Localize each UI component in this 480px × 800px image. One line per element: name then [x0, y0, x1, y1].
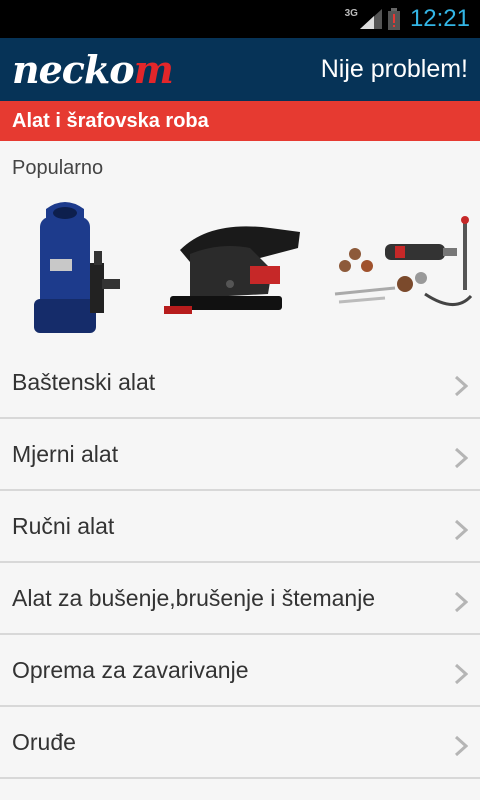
list-item-label: Ručni alat [12, 512, 115, 539]
signal-icon [359, 9, 382, 29]
list-item-label: Oruđe [12, 728, 76, 755]
list-item-label: Mjerni alat [12, 440, 119, 467]
rotary-tool-kit-icon [334, 215, 473, 306]
list-item-label: Oprema za zavarivanje [12, 656, 249, 683]
chevron-right-icon [454, 591, 468, 613]
header-slogan: Nije problem! [320, 55, 468, 83]
category-title: Alat i šrafovska roba [12, 109, 209, 132]
chevron-right-icon [454, 375, 468, 397]
logo-text-red: m [133, 46, 174, 92]
status-bar: 3G 12:21 [0, 0, 480, 38]
chevron-right-icon [454, 519, 468, 541]
sander-icon [164, 225, 300, 314]
product-water-pump[interactable] [0, 194, 150, 344]
brand-logo[interactable]: necko m [12, 46, 174, 92]
chevron-right-icon [454, 447, 468, 469]
popular-section-title: Popularno [12, 157, 104, 179]
battery-low-icon [387, 8, 400, 30]
network-type-label: 3G [344, 7, 358, 19]
status-icons: 3G [345, 8, 400, 31]
water-pump-icon [34, 201, 120, 333]
category-list: Baštenski alat Mjerni alat Ručni alat Al… [0, 347, 480, 779]
status-clock: 12:21 [409, 5, 470, 32]
chevron-right-icon [454, 735, 468, 757]
list-item-hand-tools[interactable]: Ručni alat [0, 491, 480, 563]
logo-text-white: necko [12, 46, 135, 92]
list-item-welding-equipment[interactable]: Oprema za zavarivanje [0, 635, 480, 707]
list-item-garden-tools[interactable]: Baštenski alat [0, 347, 480, 419]
list-item-measuring-tools[interactable]: Mjerni alat [0, 419, 480, 491]
category-title-bar: Alat i šrafovska roba [0, 101, 480, 141]
product-rotary-tool-kit[interactable] [320, 194, 480, 344]
chevron-right-icon [454, 663, 468, 685]
list-item-drilling-tools[interactable]: Alat za bušenje,brušenje i štemanje [0, 563, 480, 635]
list-item-label: Alat za bušenje,brušenje i štemanje [12, 584, 376, 611]
app-header: necko m Nije problem! [0, 38, 480, 101]
list-item-label: Baštenski alat [12, 368, 156, 395]
product-orbital-sander[interactable] [150, 194, 320, 344]
popular-products-carousel[interactable] [0, 185, 480, 346]
list-item-implements[interactable]: Oruđe [0, 707, 480, 779]
